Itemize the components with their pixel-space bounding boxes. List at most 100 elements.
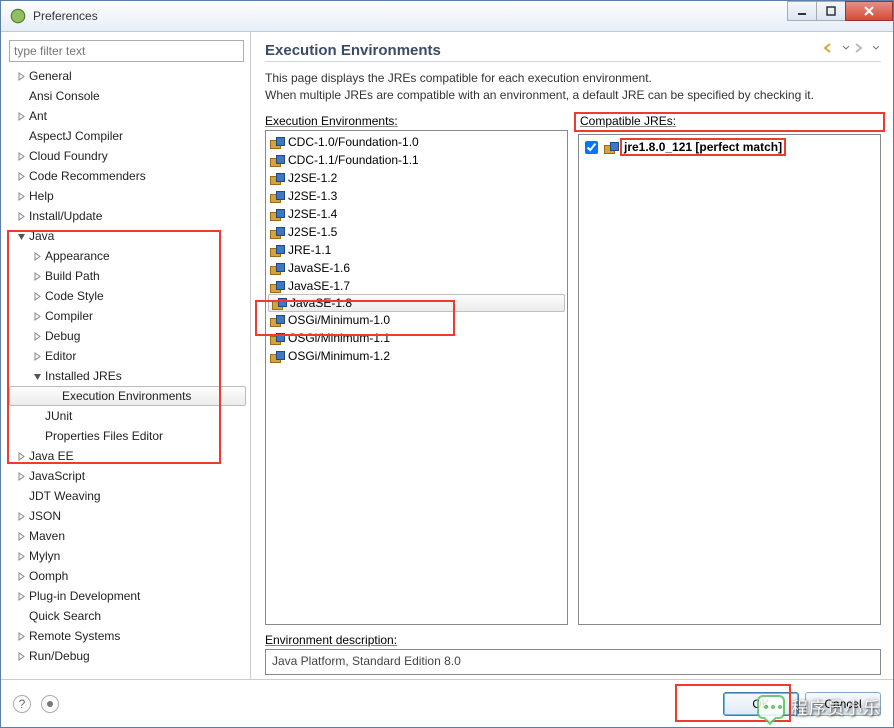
environment-item[interactable]: J2SE-1.5 xyxy=(266,223,567,241)
tree-item[interactable]: Execution Environments xyxy=(9,386,246,406)
app-icon xyxy=(9,7,27,25)
nav-arrows[interactable] xyxy=(823,42,879,54)
environment-label: JavaSE-1.7 xyxy=(288,279,350,293)
tree-item[interactable]: Editor xyxy=(9,346,246,366)
tree-item-label: Help xyxy=(29,189,54,203)
jre-icon xyxy=(270,172,284,184)
tree-item[interactable]: Compiler xyxy=(9,306,246,326)
jre-icon xyxy=(270,208,284,220)
body: General Ansi Console AntAspectJ Compiler Cl… xyxy=(1,31,893,679)
tree-item-label: Appearance xyxy=(45,249,110,263)
tree-item-label: Properties Files Editor xyxy=(45,429,163,443)
environment-item[interactable]: JavaSE-1.7 xyxy=(266,277,567,295)
tree-item-label: Plug-in Development xyxy=(29,589,140,603)
tree-item[interactable]: JavaScript xyxy=(9,466,246,486)
tree-item[interactable]: Maven xyxy=(9,526,246,546)
tree-item[interactable]: Code Style xyxy=(9,286,246,306)
jre-icon xyxy=(270,226,284,238)
tree-item[interactable]: Remote Systems xyxy=(9,626,246,646)
tree-item[interactable]: Help xyxy=(9,186,246,206)
tree-item-label: Cloud Foundry xyxy=(29,149,108,163)
tree-item-label: JavaScript xyxy=(29,469,85,483)
titlebar[interactable]: Preferences xyxy=(1,1,893,31)
environments-list[interactable]: CDC-1.0/Foundation-1.0 CDC-1.1/Foundation… xyxy=(265,130,568,625)
tree-item-label: Oomph xyxy=(29,569,68,583)
jre-icon xyxy=(604,141,618,153)
environment-item[interactable]: OSGi/Minimum-1.1 xyxy=(266,329,567,347)
jre-icon xyxy=(270,244,284,256)
tree-item[interactable]: Java xyxy=(9,226,246,246)
environment-item[interactable]: J2SE-1.3 xyxy=(266,187,567,205)
tree-item-label: General xyxy=(29,69,72,83)
environment-item[interactable]: JavaSE-1.6 xyxy=(266,259,567,277)
environment-label: JavaSE-1.8 xyxy=(290,296,352,310)
tree-item[interactable]: General xyxy=(9,66,246,86)
tree-item[interactable]: Java EE xyxy=(9,446,246,466)
environment-item[interactable]: J2SE-1.2 xyxy=(266,169,567,187)
jre-icon xyxy=(270,314,284,326)
tree-item[interactable]: Installed JREs xyxy=(9,366,246,386)
environment-item[interactable]: OSGi/Minimum-1.2 xyxy=(266,347,567,365)
tree-item[interactable]: Build Path xyxy=(9,266,246,286)
environment-label: CDC-1.0/Foundation-1.0 xyxy=(288,135,419,149)
record-icon[interactable] xyxy=(41,695,59,713)
environment-item[interactable]: CDC-1.0/Foundation-1.0 xyxy=(266,133,567,151)
close-button[interactable] xyxy=(845,1,893,21)
cancel-button[interactable]: Cancel xyxy=(805,692,881,716)
compatible-jres-label: Compatible JREs: xyxy=(580,114,676,128)
tree-item[interactable]: Quick Search xyxy=(9,606,246,626)
tree-item[interactable]: Appearance xyxy=(9,246,246,266)
ok-button[interactable]: OK xyxy=(723,692,799,716)
environment-label: CDC-1.1/Foundation-1.1 xyxy=(288,153,419,167)
environment-item[interactable]: JRE-1.1 xyxy=(266,241,567,259)
tree-item-label: Compiler xyxy=(45,309,93,323)
compatible-jres-list[interactable]: jre1.8.0_121 [perfect match] xyxy=(578,134,881,625)
tree-item[interactable]: Properties Files Editor xyxy=(9,426,246,446)
tree-item[interactable]: Oomph xyxy=(9,566,246,586)
help-icon[interactable]: ? xyxy=(13,695,31,713)
tree-item[interactable]: JUnit xyxy=(9,406,246,426)
jre-checkbox[interactable] xyxy=(585,141,598,154)
minimize-button[interactable] xyxy=(787,1,817,21)
tree-item[interactable]: Run/Debug xyxy=(9,646,246,666)
environment-item[interactable]: J2SE-1.4 xyxy=(266,205,567,223)
preferences-tree[interactable]: General Ansi Console AntAspectJ Compiler Cl… xyxy=(9,66,246,675)
page-title: Execution Environments xyxy=(265,42,881,59)
tree-item[interactable]: JDT Weaving xyxy=(9,486,246,506)
tree-item[interactable]: Cloud Foundry xyxy=(9,146,246,166)
tree-item[interactable]: AspectJ Compiler xyxy=(9,126,246,146)
environments-label: Execution Environments: xyxy=(265,114,568,128)
tree-item-label: Ansi Console xyxy=(29,89,100,103)
annotation-highlight: Compatible JREs: xyxy=(574,112,885,132)
environments-column: Execution Environments: CDC-1.0/Foundati… xyxy=(265,114,568,625)
tree-item[interactable]: JSON xyxy=(9,506,246,526)
jre-item[interactable]: jre1.8.0_121 [perfect match] xyxy=(579,137,880,157)
tree-item[interactable]: Ant xyxy=(9,106,246,126)
compatible-jres-column: Compatible JREs: jre1.8.0_121 [perfect m… xyxy=(578,114,881,625)
filter-input[interactable] xyxy=(9,40,244,62)
tree-item[interactable]: Code Recommenders xyxy=(9,166,246,186)
environment-label: J2SE-1.3 xyxy=(288,189,337,203)
tree-item[interactable]: Install/Update xyxy=(9,206,246,226)
maximize-button[interactable] xyxy=(816,1,846,21)
window-title: Preferences xyxy=(33,9,98,23)
environment-item[interactable]: JavaSE-1.8 xyxy=(268,294,565,312)
jre-icon xyxy=(270,190,284,202)
tree-item-label: Run/Debug xyxy=(29,649,90,663)
tree-item[interactable]: Plug-in Development xyxy=(9,586,246,606)
tree-item[interactable]: Mylyn xyxy=(9,546,246,566)
environment-item[interactable]: CDC-1.1/Foundation-1.1 xyxy=(266,151,567,169)
jre-icon xyxy=(270,332,284,344)
right-panel: Execution Environments This page display… xyxy=(251,32,893,679)
tree-item-label: JSON xyxy=(29,509,61,523)
tree-item-label: Install/Update xyxy=(29,209,102,223)
environment-item[interactable]: OSGi/Minimum-1.0 xyxy=(266,311,567,329)
jre-icon xyxy=(270,262,284,274)
tree-item[interactable]: Ansi Console xyxy=(9,86,246,106)
env-description-label: Environment description: xyxy=(265,633,881,647)
tree-item-label: Build Path xyxy=(45,269,100,283)
tree-item[interactable]: Debug xyxy=(9,326,246,346)
tree-item-label: Debug xyxy=(45,329,80,343)
environment-label: OSGi/Minimum-1.1 xyxy=(288,331,390,345)
environment-label: OSGi/Minimum-1.0 xyxy=(288,313,390,327)
